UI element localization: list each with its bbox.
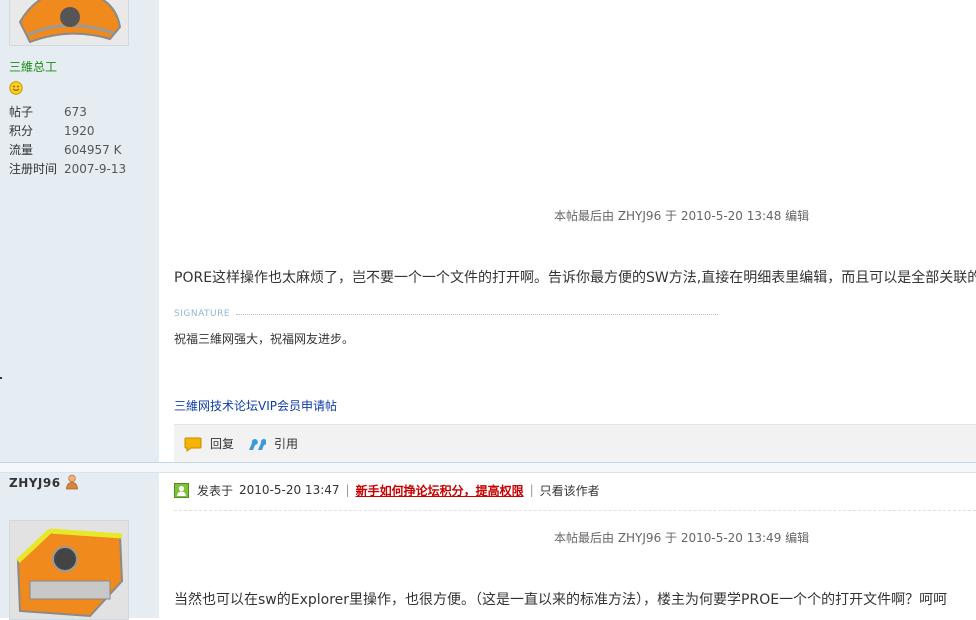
post1-edit-note: 本帖最后由 ZHYJ96 于 2010-5-20 13:48 编辑 <box>554 209 810 223</box>
post2-edit-note: 本帖最后由 ZHYJ96 于 2010-5-20 13:49 编辑 <box>554 531 810 545</box>
post2-body-text: 当然也可以在sw的Explorer里操作，也很方便。（这是一直以来的标准方法），… <box>174 592 948 608</box>
online-user-icon <box>174 482 189 498</box>
signature-label: SIGNATURE <box>174 309 231 319</box>
stat-traffic: 流量 604957 K <box>9 143 122 157</box>
user-status-icon <box>66 474 78 490</box>
signature-text: 祝福三維网强大，祝福网友进步。 <box>174 332 355 346</box>
post1-user-stats: 帖子 673 积分 1920 流量 604957 K 注册时间 2007-9-1… <box>9 103 126 179</box>
post2-meta-divider <box>174 510 976 511</box>
earn-points-link[interactable]: 新手如何挣论坛积分，提高权限 <box>356 482 524 499</box>
post1-body-text: PORE这样操作也太麻烦了，岂不要一个一个文件的打开啊。告诉你最方便的SW方法,… <box>174 270 976 286</box>
quote-button[interactable]: 引用 <box>248 425 298 463</box>
stat-posts: 帖子 673 <box>9 105 87 119</box>
stat-register-date: 注册时间 2007-9-13 <box>9 162 127 176</box>
only-author-link[interactable]: 只看该作者 <box>540 482 600 499</box>
post1-avatar[interactable] <box>9 0 129 46</box>
posted-prefix: 发表于 <box>197 483 234 498</box>
rov-robot-image <box>10 0 128 45</box>
post-separator <box>0 462 976 473</box>
reply-icon <box>184 437 202 452</box>
stray-dot <box>0 377 2 379</box>
signature-divider <box>236 314 718 315</box>
post2-username[interactable]: ZHYJ96 <box>9 476 61 490</box>
rov-robot-image <box>10 521 128 619</box>
quote-label: 引用 <box>274 437 299 451</box>
post2-meta: 发表于 2010-5-20 13:47 | 新手如何挣论坛积分，提高权限 | 只… <box>174 481 600 499</box>
post1-user-group: 三維总工 <box>9 60 58 74</box>
meta-divider: | <box>345 483 350 497</box>
reply-button[interactable]: 回复 <box>184 425 234 463</box>
stat-points: 积分 1920 <box>9 124 95 138</box>
quote-icon <box>249 439 266 450</box>
meta-divider: | <box>529 483 534 497</box>
reply-label: 回复 <box>210 437 235 451</box>
posted-time: 2010-5-20 13:47 <box>239 483 340 497</box>
smiley-icon <box>9 81 23 95</box>
vip-application-link[interactable]: 三維网技术论坛VIP会员申请帖 <box>174 397 337 414</box>
post1-action-bar: 回复 引用 <box>174 424 976 462</box>
post2-avatar[interactable] <box>9 520 129 620</box>
